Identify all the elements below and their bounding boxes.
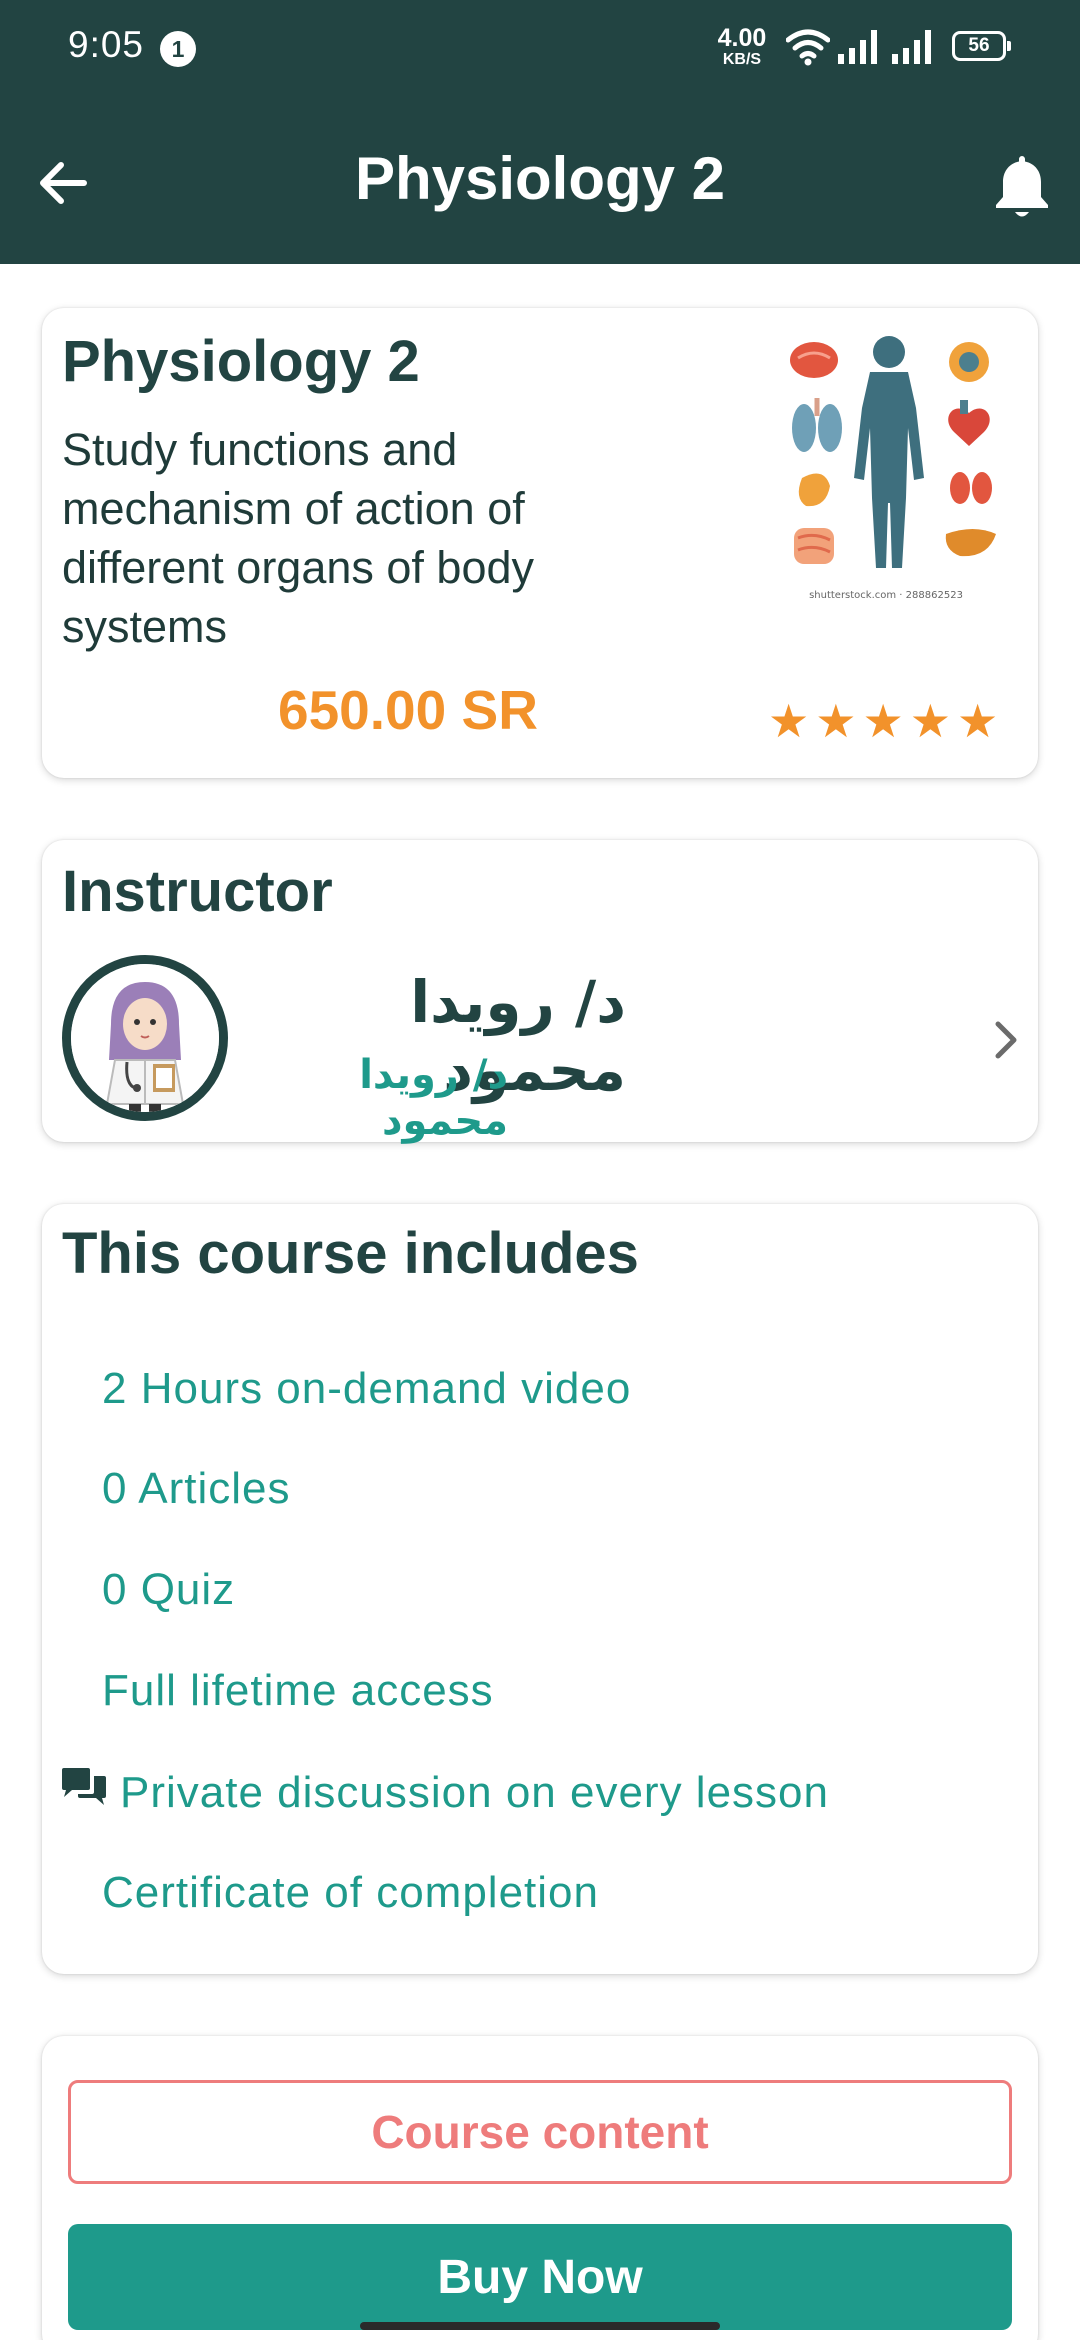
- course-price: 650.00 SR: [278, 679, 538, 741]
- buy-now-button[interactable]: Buy Now: [68, 2224, 1012, 2330]
- rating-stars: ★ ★ ★ ★ ★: [768, 698, 998, 744]
- notification-count-badge: 1: [160, 31, 196, 67]
- avatar: [62, 955, 228, 1121]
- signal-1-icon: [838, 30, 877, 64]
- course-summary-card: Physiology 2 Study functions and mechani…: [42, 308, 1038, 778]
- arrow-left-icon[interactable]: [32, 152, 94, 214]
- actions-card: Course content Buy Now: [42, 2036, 1038, 2340]
- course-description: Study functions and mechanism of action …: [62, 424, 534, 652]
- star-icon: ★: [862, 695, 904, 747]
- doctor-illustration: [71, 964, 219, 1112]
- include-item-articles: 0 Articles: [102, 1464, 291, 1513]
- include-item-video: 2 Hours on-demand video: [102, 1364, 632, 1413]
- course-title: Physiology 2: [62, 329, 420, 394]
- star-icon: ★: [815, 695, 857, 747]
- home-indicator[interactable]: [360, 2322, 720, 2330]
- star-icon: ★: [768, 695, 810, 747]
- course-content-button[interactable]: Course content: [68, 2080, 1012, 2184]
- wifi-icon: [786, 29, 830, 66]
- include-item-discussion: Private discussion on every lesson: [120, 1768, 829, 1817]
- instructor-subtitle: د/ رويدا محمود: [359, 1052, 508, 1144]
- instructor-section-title: Instructor: [62, 859, 333, 924]
- network-speed-value: 4.00: [717, 24, 767, 52]
- include-item-quiz: 0 Quiz: [102, 1565, 236, 1614]
- course-includes-card: This course includes 2 Hours on-demand v…: [42, 1204, 1038, 1974]
- network-speed-unit: KB/S: [722, 51, 762, 68]
- battery-icon: 56: [952, 31, 1011, 61]
- status-time: 9:05: [68, 24, 145, 65]
- chevron-right-icon[interactable]: [992, 1018, 1022, 1062]
- course-thumbnail: shutterstock.com · 288862523: [790, 336, 996, 601]
- includes-section-title: This course includes: [62, 1221, 639, 1286]
- instructor-card[interactable]: Instructor د/ رويدا محمود د/ رويدا محمود: [42, 840, 1038, 1144]
- top-bar: 9:05 1 4.00 KB/S 56 Physiology 2: [0, 0, 1080, 264]
- page-title: Physiology 2: [354, 145, 726, 212]
- thumbnail-watermark: shutterstock.com · 288862523: [809, 590, 963, 601]
- star-icon: ★: [909, 695, 951, 747]
- include-item-lifetime-access: Full lifetime access: [102, 1666, 494, 1715]
- chat-bubbles-icon: [62, 1768, 106, 1805]
- star-icon: ★: [957, 695, 999, 747]
- bell-icon[interactable]: [990, 152, 1054, 222]
- signal-2-icon: [892, 30, 931, 64]
- network-speed: 4.00 KB/S: [714, 26, 770, 68]
- include-item-certificate: Certificate of completion: [102, 1868, 599, 1917]
- status-bar: 9:05 1 4.00 KB/S 56: [0, 0, 1080, 96]
